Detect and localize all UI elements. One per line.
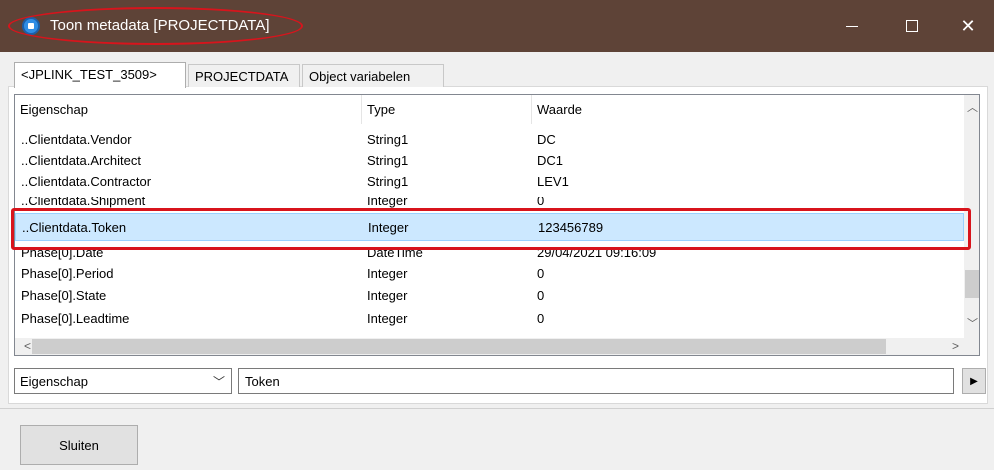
- maximize-icon: [906, 20, 918, 32]
- tab-jplink-test[interactable]: <JPLINK_TEST_3509>: [14, 62, 186, 88]
- table-row[interactable]: Phase[0].Leadtime Integer 0: [15, 308, 964, 329]
- cell-value: 0: [537, 266, 545, 281]
- cell-property: ..Clientdata.Contractor: [21, 174, 152, 189]
- table-row[interactable]: Phase[0].Period Integer 0: [15, 263, 964, 284]
- cell-value: 0: [537, 197, 545, 208]
- filter-field-select[interactable]: Eigenschap ﹀: [14, 368, 232, 394]
- scroll-down-icon[interactable]: ﹀: [964, 315, 979, 332]
- cell-type: String1: [367, 132, 409, 147]
- list-header: Eigenschap Type Waarde: [15, 95, 964, 124]
- cell-value: DC: [537, 132, 556, 147]
- table-row[interactable]: ..Clientdata.Contractor String1 LEV1: [15, 171, 964, 192]
- table-row[interactable]: ..Clientdata.Vendor String1 DC: [15, 129, 964, 150]
- apply-filter-button[interactable]: ▶: [962, 368, 986, 394]
- row-annotation-box: [11, 208, 971, 250]
- cell-property: ..Clientdata.Architect: [21, 153, 141, 168]
- cell-type: Integer: [367, 288, 408, 303]
- vertical-scroll-thumb[interactable]: [965, 270, 979, 298]
- table-row[interactable]: ..Clientdata.Architect String1 DC1: [15, 150, 964, 171]
- horizontal-scrollbar[interactable]: < >: [15, 338, 964, 355]
- filter-field-value: Eigenschap: [20, 374, 88, 389]
- scroll-up-icon[interactable]: ︿: [964, 99, 979, 116]
- cell-property: ..Clientdata.Vendor: [21, 132, 132, 147]
- cell-property: ..Clientdata.Shipment: [21, 197, 146, 208]
- table-row[interactable]: Phase[0].Date DateTime 29/04/2021 09:16:…: [15, 248, 964, 262]
- minimize-icon: [846, 25, 858, 27]
- chevron-down-icon: ﹀: [212, 375, 225, 389]
- cell-type: Integer: [367, 266, 408, 281]
- cell-property: Phase[0].Period: [21, 266, 114, 281]
- cell-value: DC1: [537, 153, 564, 168]
- cell-property: Phase[0].Leadtime: [21, 311, 130, 326]
- close-button[interactable]: Sluiten: [20, 425, 138, 465]
- cell-value: 0: [537, 311, 545, 326]
- cell-property: Phase[0].State: [21, 288, 107, 303]
- cell-type: Integer: [367, 197, 408, 208]
- table-row[interactable]: Phase[0].State Integer 0: [15, 285, 964, 306]
- tab-object-variabelen[interactable]: Object variabelen: [302, 64, 444, 87]
- scroll-right-icon[interactable]: >: [947, 339, 964, 354]
- close-icon: ✕: [960, 15, 976, 36]
- column-header-type[interactable]: Type: [362, 95, 532, 124]
- footer-divider: [0, 408, 994, 409]
- filter-value-input[interactable]: Token: [238, 368, 954, 394]
- minimize-button[interactable]: [822, 0, 882, 52]
- play-icon: ▶: [970, 375, 978, 387]
- scroll-corner: [964, 338, 979, 355]
- cell-type: String1: [367, 153, 409, 168]
- cell-type: Integer: [367, 311, 408, 326]
- tab-projectdata[interactable]: PROJECTDATA: [188, 64, 300, 87]
- cell-value: 0: [537, 288, 545, 303]
- maximize-button[interactable]: [882, 0, 942, 52]
- column-header-waarde[interactable]: Waarde: [532, 95, 964, 124]
- cell-value: LEV1: [537, 174, 569, 189]
- close-window-button[interactable]: ✕: [942, 0, 994, 52]
- horizontal-scroll-thumb[interactable]: [32, 339, 886, 354]
- column-header-eigenschap[interactable]: Eigenschap: [15, 95, 362, 124]
- title-annotation-ellipse: [8, 7, 303, 45]
- cell-type: String1: [367, 174, 409, 189]
